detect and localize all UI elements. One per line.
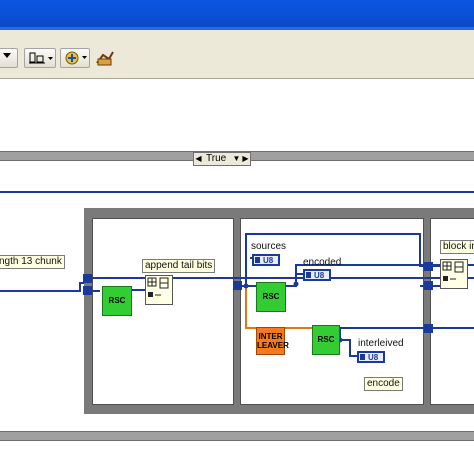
tunnel-5 <box>424 281 433 290</box>
encoded-label: encoded <box>303 257 342 268</box>
rsc-block-2-label: RSC <box>262 292 280 301</box>
sources-indicator[interactable]: U8 <box>252 254 280 266</box>
data-wires <box>0 233 474 357</box>
sources-label: sources <box>251 241 287 252</box>
append-tail-label: append tail bits <box>142 259 216 273</box>
tunnel-4 <box>424 262 433 271</box>
interleived-label: interleived <box>358 338 404 349</box>
chunk-label: ngth 13 chunk <box>0 255 65 269</box>
wire-junction-1 <box>243 283 249 289</box>
tunnel-6 <box>424 324 433 333</box>
encode-label: encode <box>364 377 403 391</box>
rsc-block-2[interactable]: RSC <box>256 282 286 312</box>
block-in-label: block in <box>440 240 474 254</box>
wire-input <box>0 282 84 292</box>
wire-orange <box>245 286 256 329</box>
wire-interleaved-ind <box>340 339 357 357</box>
rsc-block-1[interactable]: RSC <box>102 286 132 316</box>
rsc-block-3-label: RSC <box>317 335 335 344</box>
tunnel-3 <box>233 281 242 290</box>
interleaver-line-1: INTER <box>258 332 283 341</box>
interleaver-block[interactable]: INTER LEAVER <box>256 327 289 355</box>
block-in-icon[interactable] <box>440 259 468 289</box>
rsc-block-3[interactable]: RSC <box>312 325 340 355</box>
interleaver-line-2: LEAVER <box>257 341 289 350</box>
encoded-indicator[interactable]: U8 <box>303 269 331 281</box>
wire-junction-2 <box>293 281 299 287</box>
interleived-indicator[interactable]: U8 <box>357 351 385 363</box>
build-array-icon[interactable] <box>145 275 173 305</box>
tunnel-1 <box>83 274 92 283</box>
rsc-block-1-label: RSC <box>108 296 126 305</box>
tunnel-2 <box>83 286 92 295</box>
